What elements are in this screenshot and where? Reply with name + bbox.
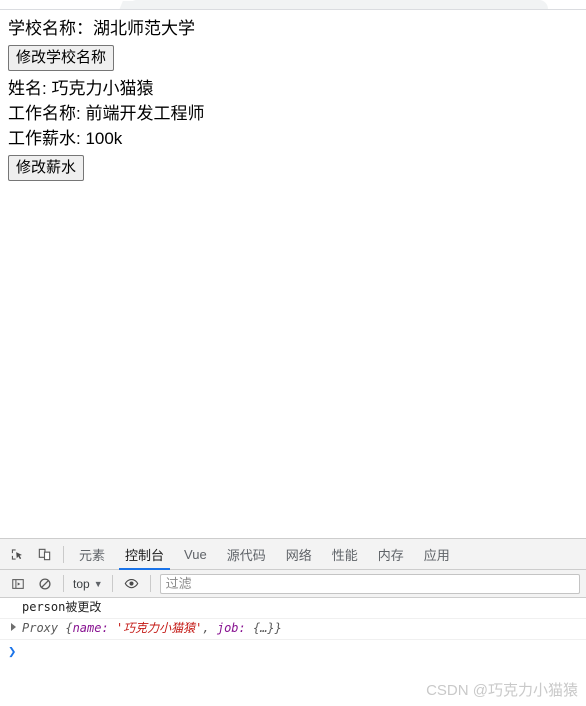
tab-performance[interactable]: 性能 xyxy=(322,539,368,570)
tab-vue[interactable]: Vue xyxy=(174,539,217,570)
chevron-down-icon: ▼ xyxy=(93,578,103,589)
console-message-text: person被更改 xyxy=(22,600,102,614)
browser-tab-strip xyxy=(0,0,586,9)
clear-console-icon[interactable] xyxy=(31,570,58,597)
filterbar-separator-2 xyxy=(111,575,113,592)
object-key-name: name: xyxy=(72,621,109,635)
school-name-line: 学校名称：湖北师范大学 xyxy=(8,19,195,38)
browser-window: 学校名称：湖北师范大学 修改学校名称 姓名: 巧克力小猫猿 工作名称: 前端开发… xyxy=(0,0,586,706)
tab-performance-label: 性能 xyxy=(331,547,358,563)
filterbar-separator-1 xyxy=(63,575,64,592)
tab-memory[interactable]: 内存 xyxy=(368,539,414,570)
person-name-line: 姓名: 巧克力小猫猿 xyxy=(8,79,154,98)
object-key-job: job: xyxy=(216,621,246,635)
console-prompt-input[interactable] xyxy=(22,643,586,661)
tab-console-label: 控制台 xyxy=(125,547,165,563)
change-salary-button-row: 修改薪水 xyxy=(8,152,578,184)
object-close-brace: } xyxy=(274,621,282,635)
job-name-line: 工作名称: 前端开发工程师 xyxy=(8,104,205,123)
change-school-name-button[interactable]: 修改学校名称 xyxy=(8,45,115,71)
tab-sources[interactable]: 源代码 xyxy=(217,539,276,570)
tab-console[interactable]: 控制台 xyxy=(115,539,174,570)
tab-application[interactable]: 应用 xyxy=(414,539,460,570)
change-school-button-row: 修改学校名称 xyxy=(8,42,578,74)
console-context-selector[interactable]: top ▼ xyxy=(69,577,107,591)
toolbar-separator xyxy=(63,545,64,563)
prompt-caret-icon: ❯ xyxy=(8,644,17,660)
live-expression-eye-icon[interactable] xyxy=(118,570,145,597)
object-open-brace: { xyxy=(58,621,73,635)
csdn-watermark: CSDN @巧克力小猫猿 xyxy=(426,682,578,699)
console-sidebar-icon[interactable] xyxy=(4,570,31,597)
object-value-job: {…} xyxy=(252,621,275,635)
console-filter-input[interactable] xyxy=(159,573,580,594)
console-context-label: top xyxy=(73,576,90,591)
inspect-element-icon[interactable] xyxy=(4,541,31,568)
devtools-panel: 元素 控制台 Vue 源代码 网络 性能 内存 应用 top ▼ 过滤 pers… xyxy=(0,538,586,706)
devtools-tabbar: 元素 控制台 Vue 源代码 网络 性能 内存 应用 xyxy=(0,539,586,570)
proxy-label: Proxy xyxy=(22,621,59,635)
filterbar-separator-3 xyxy=(149,575,151,592)
job-salary-line: 工作薪水: 100k xyxy=(8,129,123,148)
tab-vue-label: Vue xyxy=(184,546,207,562)
console-object-row[interactable]: Proxy {name: '巧克力小猫猿', job: {…}} xyxy=(0,619,586,640)
tab-network[interactable]: 网络 xyxy=(276,539,322,570)
tab-elements-label: 元素 xyxy=(79,547,106,563)
page-viewport: 学校名称：湖北师范大学 修改学校名称 姓名: 巧克力小猫猿 工作名称: 前端开发… xyxy=(0,10,586,538)
browser-tab[interactable] xyxy=(128,0,548,9)
tab-sources-label: 源代码 xyxy=(226,547,266,563)
console-filter-bar: top ▼ xyxy=(0,570,586,598)
tab-memory-label: 内存 xyxy=(377,547,404,563)
console-prompt-row[interactable]: ❯ xyxy=(0,640,586,664)
expand-triangle-icon[interactable] xyxy=(11,623,16,631)
tab-application-label: 应用 xyxy=(423,547,450,563)
object-value-name: '巧克力小猫猿' xyxy=(115,621,203,635)
tab-network-label: 网络 xyxy=(285,547,312,563)
device-toolbar-icon[interactable] xyxy=(31,541,58,568)
console-message-row: person被更改 xyxy=(0,598,586,619)
tab-elements[interactable]: 元素 xyxy=(69,539,115,570)
change-salary-button[interactable]: 修改薪水 xyxy=(8,155,85,181)
object-comma: , xyxy=(202,621,217,635)
